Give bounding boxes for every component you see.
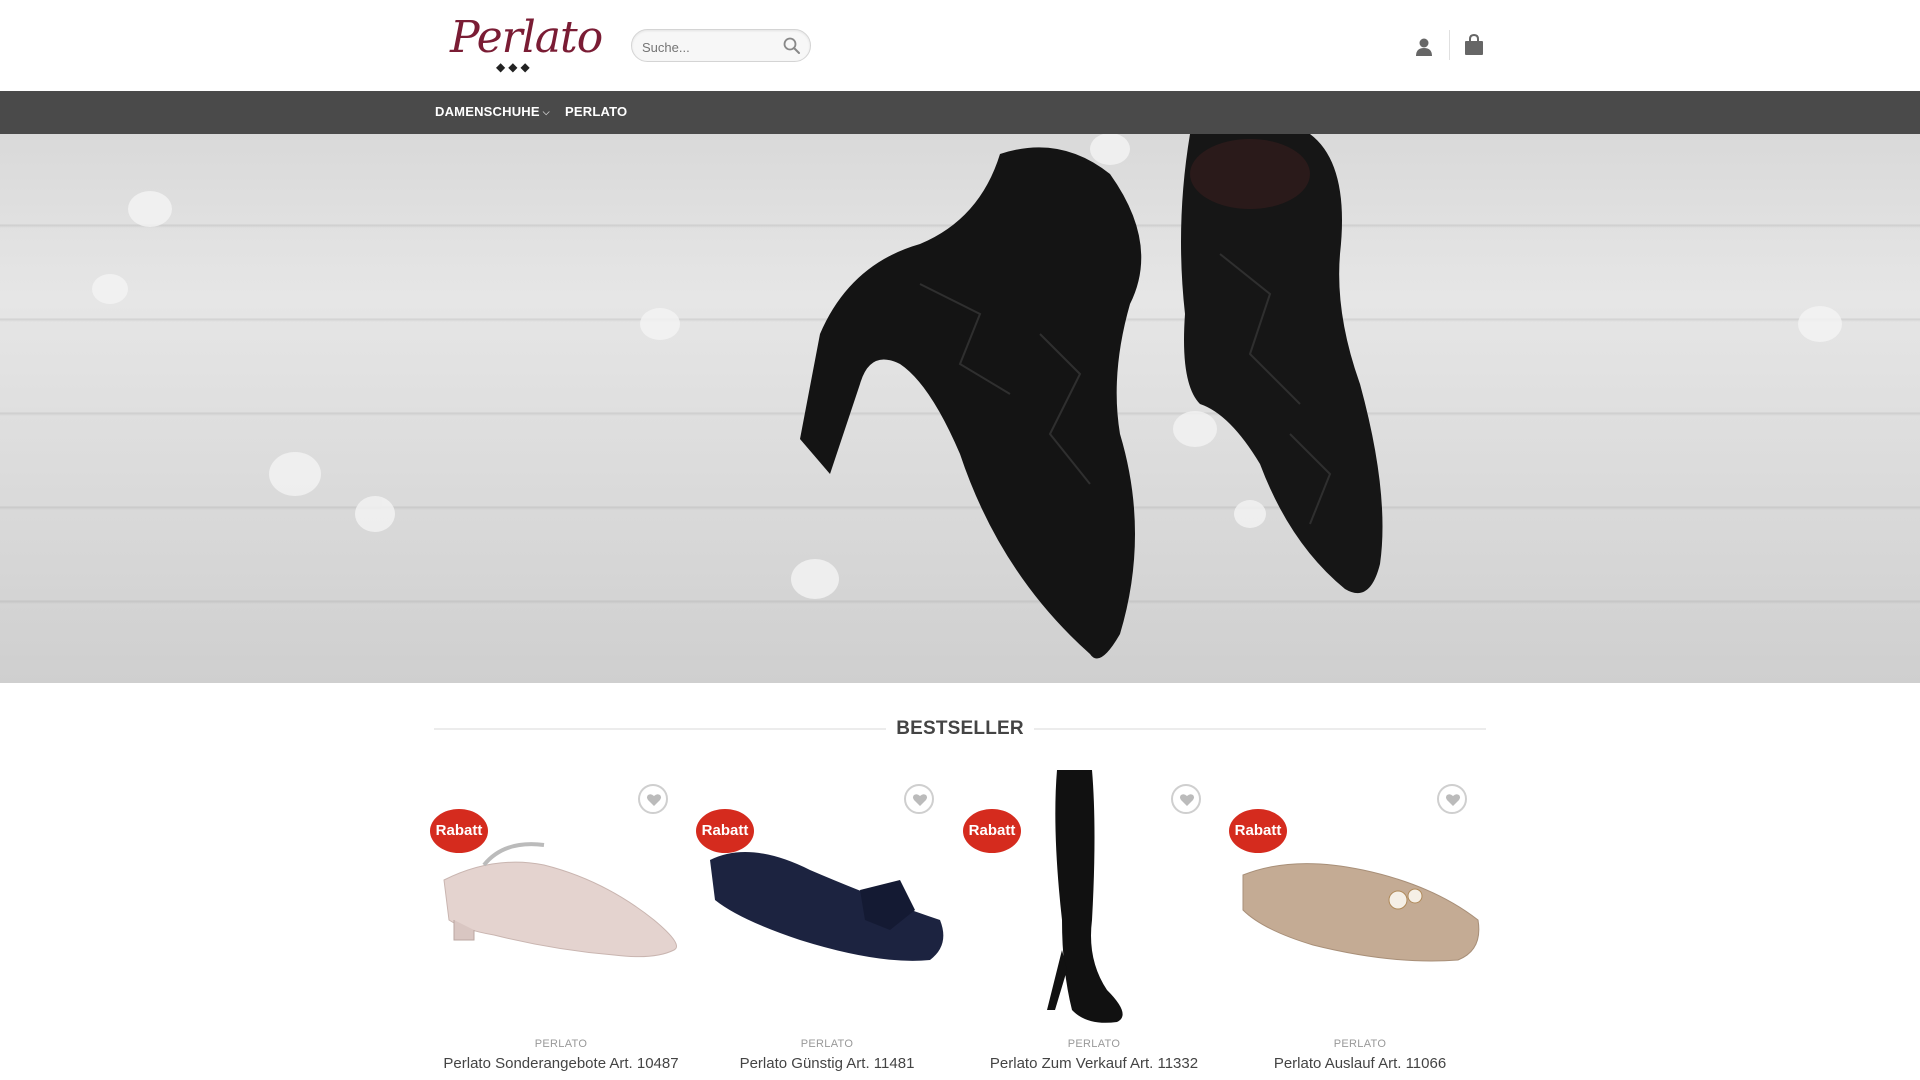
nav-item-perlato[interactable]: PERLATO — [565, 104, 627, 119]
nav-item-label: DAMENSCHUHE — [435, 104, 540, 119]
heart-icon — [647, 794, 661, 806]
hero-boots-image — [92, 134, 1842, 659]
logo[interactable]: Perlato ◆◆◆ — [450, 12, 603, 75]
product-name[interactable]: Perlato Günstig Art. 11481 — [700, 1054, 954, 1074]
hero-banner[interactable] — [0, 134, 1920, 683]
wishlist-button[interactable] — [1171, 784, 1201, 814]
search-box — [631, 29, 811, 62]
shopping-bag-icon[interactable] — [1462, 33, 1486, 57]
chevron-down-icon: ⌵ — [542, 107, 550, 117]
discount-badge: Rabatt — [430, 809, 488, 853]
heart-icon — [1180, 794, 1194, 806]
product-card[interactable]: Rabatt PERLATO Perlato Zum Verkauf Art. … — [963, 770, 1221, 1080]
search-icon[interactable] — [782, 36, 802, 56]
product-brand: PERLATO — [1067, 1038, 1121, 1050]
product-card[interactable]: Rabatt PERLATO Perlato Günstig Art. 1148… — [696, 770, 954, 1080]
product-brand: PERLATO — [534, 1038, 588, 1050]
main-navigation: DAMENSCHUHE ⌵ PERLATO — [0, 91, 1920, 134]
discount-badge: Rabatt — [963, 809, 1021, 853]
nav-item-label: PERLATO — [565, 104, 628, 119]
wishlist-button[interactable] — [904, 784, 934, 814]
heart-icon — [1446, 794, 1460, 806]
discount-badge: Rabatt — [696, 809, 754, 853]
site-header: Perlato ◆◆◆ — [0, 0, 1920, 91]
section-title: BESTSELLER — [896, 718, 1024, 739]
product-name[interactable]: Perlato Zum Verkauf Art. 11332 — [967, 1054, 1221, 1074]
search-input[interactable] — [642, 37, 782, 57]
logo-text: Perlato — [450, 12, 603, 63]
wishlist-button[interactable] — [638, 784, 668, 814]
product-card[interactable]: Rabatt PERLATO Perlato Sonderangebote Ar… — [430, 770, 688, 1080]
discount-badge: Rabatt — [1229, 809, 1287, 853]
product-brand: PERLATO — [1333, 1038, 1387, 1050]
wishlist-button[interactable] — [1437, 784, 1467, 814]
user-icon[interactable] — [1413, 36, 1435, 58]
header-divider — [1449, 30, 1450, 60]
product-brand: PERLATO — [800, 1038, 854, 1050]
product-card[interactable]: Rabatt PERLATO Perlato Auslauf Art. 1106… — [1229, 770, 1487, 1080]
logo-dots: ◆◆◆ — [496, 60, 533, 74]
heart-icon — [913, 794, 927, 806]
nav-item-damenschuhe[interactable]: DAMENSCHUHE ⌵ — [435, 104, 550, 119]
product-name[interactable]: Perlato Sonderangebote Art. 10487 — [434, 1054, 688, 1074]
section-divider-right — [1034, 728, 1486, 730]
product-name[interactable]: Perlato Auslauf Art. 11066 — [1233, 1054, 1487, 1074]
